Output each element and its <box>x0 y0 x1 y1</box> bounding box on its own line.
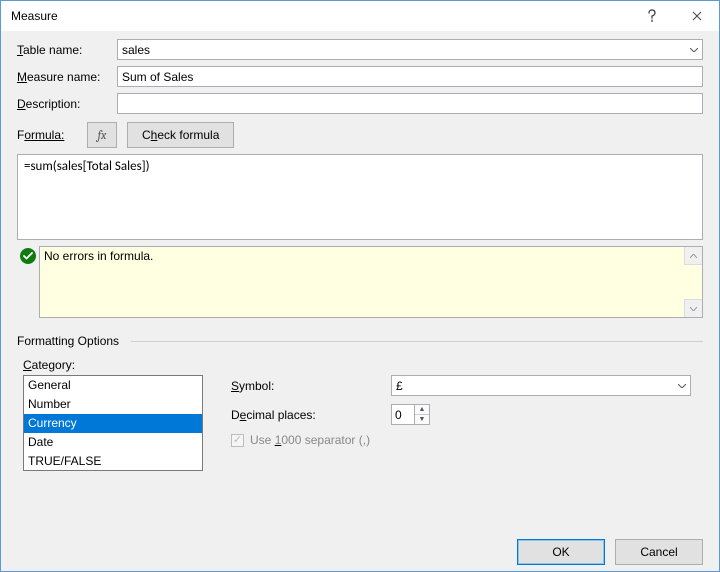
table-name-label: Table name: <box>17 43 117 57</box>
dialog-footer: OK Cancel <box>17 539 703 565</box>
spinner-buttons: ▲ ▼ <box>415 404 430 425</box>
decimal-input[interactable] <box>391 404 415 425</box>
status-icon-wrap <box>17 246 39 318</box>
formula-text: =sum(sales[Total Sales]) <box>24 159 150 174</box>
status-message-box: No errors in formula. <box>39 246 703 318</box>
titlebar: Measure <box>1 1 719 31</box>
table-name-combo[interactable] <box>117 39 703 60</box>
list-item[interactable]: General <box>24 376 202 395</box>
status-message: No errors in formula. <box>44 249 153 263</box>
decimal-spinner: ▲ ▼ <box>391 404 430 425</box>
list-item[interactable]: Date <box>24 433 202 452</box>
description-input[interactable] <box>117 93 703 114</box>
table-name-row: Table name: <box>17 39 703 60</box>
category-column: Category: General Number Currency Date T… <box>23 358 203 471</box>
ok-button[interactable]: OK <box>517 539 605 565</box>
scroll-down-button[interactable] <box>684 299 702 317</box>
dialog-content: Table name: Measure name: Description: F… <box>1 31 719 571</box>
symbol-combo[interactable] <box>391 375 691 396</box>
section-divider <box>131 341 703 342</box>
formula-editor[interactable]: =sum(sales[Total Sales]) <box>17 154 703 240</box>
formula-toolbar: Formula: fx Check formula <box>17 122 703 148</box>
measure-name-input[interactable] <box>117 66 703 87</box>
fx-button[interactable]: fx <box>87 122 117 148</box>
close-icon <box>692 11 702 21</box>
chevron-up-icon <box>690 254 697 258</box>
close-button[interactable] <box>674 1 719 31</box>
formula-label: Formula: <box>17 128 87 142</box>
success-icon <box>20 248 36 264</box>
measure-name-row: Measure name: <box>17 66 703 87</box>
description-row: Description: <box>17 93 703 114</box>
scroll-up-button[interactable] <box>684 247 702 265</box>
category-listbox[interactable]: General Number Currency Date TRUE/FALSE <box>23 375 203 471</box>
options-column: Symbol: Decimal places: ▲ ▼ <box>231 358 703 471</box>
table-name-combo-wrap <box>117 39 703 60</box>
list-item[interactable]: TRUE/FALSE <box>24 452 202 471</box>
help-button[interactable] <box>629 1 674 31</box>
description-label: Description: <box>17 97 117 111</box>
formatting-title: Formatting Options <box>17 334 131 348</box>
cancel-button[interactable]: Cancel <box>615 539 703 565</box>
list-item[interactable]: Currency <box>24 414 202 433</box>
spin-down-button[interactable]: ▼ <box>415 415 429 424</box>
symbol-combo-wrap <box>391 375 691 396</box>
symbol-row: Symbol: <box>231 375 703 396</box>
help-icon <box>647 9 657 23</box>
decimal-row: Decimal places: ▲ ▼ <box>231 404 703 425</box>
measure-name-label: Measure name: <box>17 70 117 84</box>
formatting-area: Category: General Number Currency Date T… <box>17 358 703 471</box>
formatting-header: Formatting Options <box>17 334 703 348</box>
symbol-label: Symbol: <box>231 379 391 393</box>
check-formula-button[interactable]: Check formula <box>127 122 234 148</box>
spin-up-button[interactable]: ▲ <box>415 405 429 415</box>
list-item[interactable]: Number <box>24 395 202 414</box>
check-icon: ✓ <box>233 435 242 446</box>
decimal-label: Decimal places: <box>231 408 391 422</box>
fx-icon: fx <box>98 128 107 142</box>
window-title: Measure <box>11 9 629 23</box>
chevron-down-icon <box>690 307 697 311</box>
status-row: No errors in formula. <box>17 246 703 318</box>
measure-dialog: Measure Table name: Measure name: <box>0 0 720 572</box>
separator-row: ✓ Use 1000 separator (,) <box>231 433 703 447</box>
category-label: Category: <box>23 358 203 372</box>
separator-label: Use 1000 separator (,) <box>250 433 370 447</box>
separator-checkbox: ✓ <box>231 434 244 447</box>
